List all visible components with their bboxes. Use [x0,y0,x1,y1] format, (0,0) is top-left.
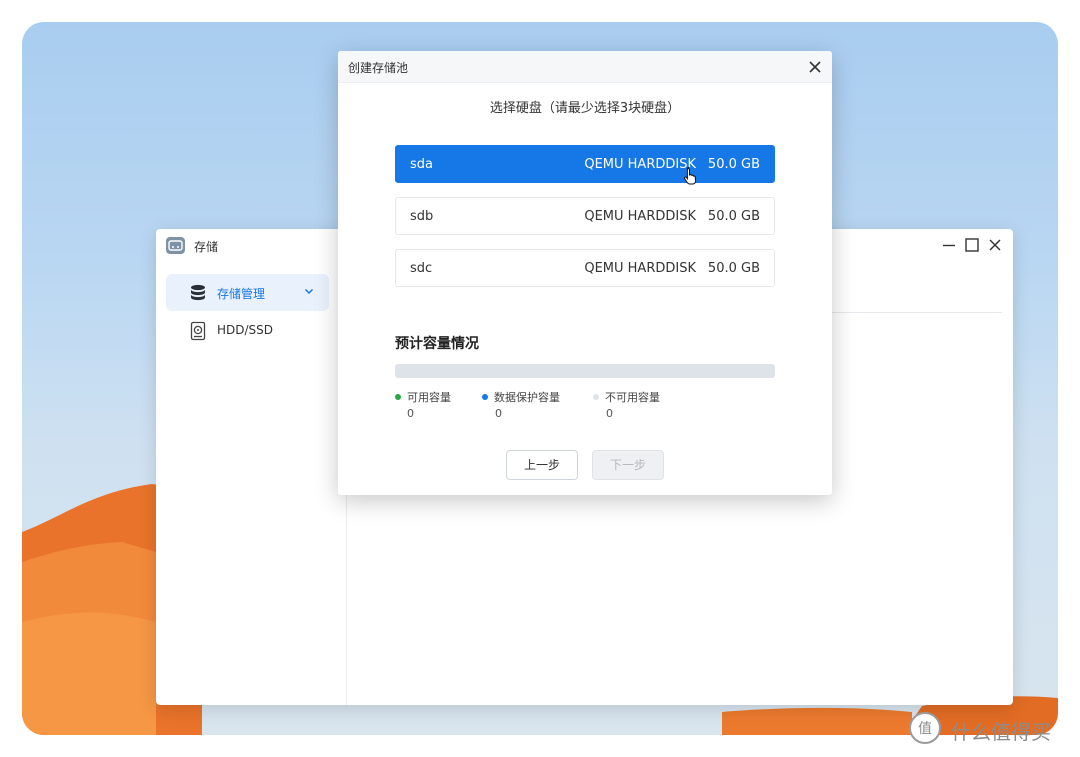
sidebar-item-hdd-ssd[interactable]: HDD/SSD [166,312,329,349]
legend-unavailable: 不可用容量 [593,389,660,405]
legend-protection: 数据保护容量 [482,389,560,405]
storage-sidebar: 存储管理 HDD/SSD [156,263,347,705]
dialog-title: 创建存储池 [348,61,409,75]
watermark-text: 什么值得买 [951,720,1051,744]
database-icon [188,283,208,303]
storage-app-icon [166,237,185,254]
maximize-icon[interactable] [962,235,982,255]
hard-drive-icon [188,321,208,341]
sidebar-item-storage-management[interactable]: 存储管理 [166,274,329,311]
disk-size: 50.0 GB [707,157,760,172]
sidebar-item-label: 存储管理 [217,287,266,301]
disk-name: sdb [410,209,434,224]
disk-size: 50.0 GB [707,261,760,276]
disk-model: QEMU HARDDISK [584,157,696,172]
disk-row-sdb[interactable]: sdb QEMU HARDDISK 50.0 GB [395,197,775,235]
legend-dot-protection [482,394,488,400]
disk-row-sda[interactable]: sda QEMU HARDDISK 50.0 GB [395,145,775,183]
previous-step-button[interactable]: 上一步 [506,450,578,480]
legend-value-protection: 0 [495,407,502,420]
legend-label: 数据保护容量 [494,391,560,404]
chevron-down-icon [303,285,315,300]
disk-row-sdc[interactable]: sdc QEMU HARDDISK 50.0 GB [395,249,775,287]
capacity-bar [395,364,775,378]
disk-model: QEMU HARDDISK [584,261,696,276]
sidebar-item-label: HDD/SSD [217,323,274,337]
legend-dot-unavailable [593,394,599,400]
legend-available: 可用容量 [395,389,451,405]
svg-text:值: 值 [918,721,932,737]
dialog-header[interactable]: 创建存储池 [338,51,832,83]
hand-cursor-icon [683,166,698,188]
dialog-subtitle: 选择硬盘（请最少选择3块硬盘） [489,101,681,116]
legend-value-unavailable: 0 [606,407,613,420]
close-icon[interactable] [985,235,1005,255]
disk-size: 50.0 GB [707,209,760,224]
create-pool-dialog: 创建存储池 选择硬盘（请最少选择3块硬盘） sda QEMU HARDDISK … [338,51,832,495]
legend-value-available: 0 [407,407,414,420]
legend-label: 不可用容量 [605,391,660,404]
next-step-button[interactable]: 下一步 [592,450,664,480]
legend-dot-available [395,394,401,400]
minimize-icon[interactable] [939,235,959,255]
watermark-logo: 值 [909,712,941,744]
disk-model: QEMU HARDDISK [584,209,696,224]
capacity-title: 预计容量情况 [395,336,479,352]
disk-name: sda [410,157,433,172]
storage-window-title: 存储 [194,240,219,254]
disk-name: sdc [410,261,433,276]
content-divider [816,312,1002,313]
legend-label: 可用容量 [407,391,451,404]
dialog-close-icon[interactable] [804,56,826,78]
